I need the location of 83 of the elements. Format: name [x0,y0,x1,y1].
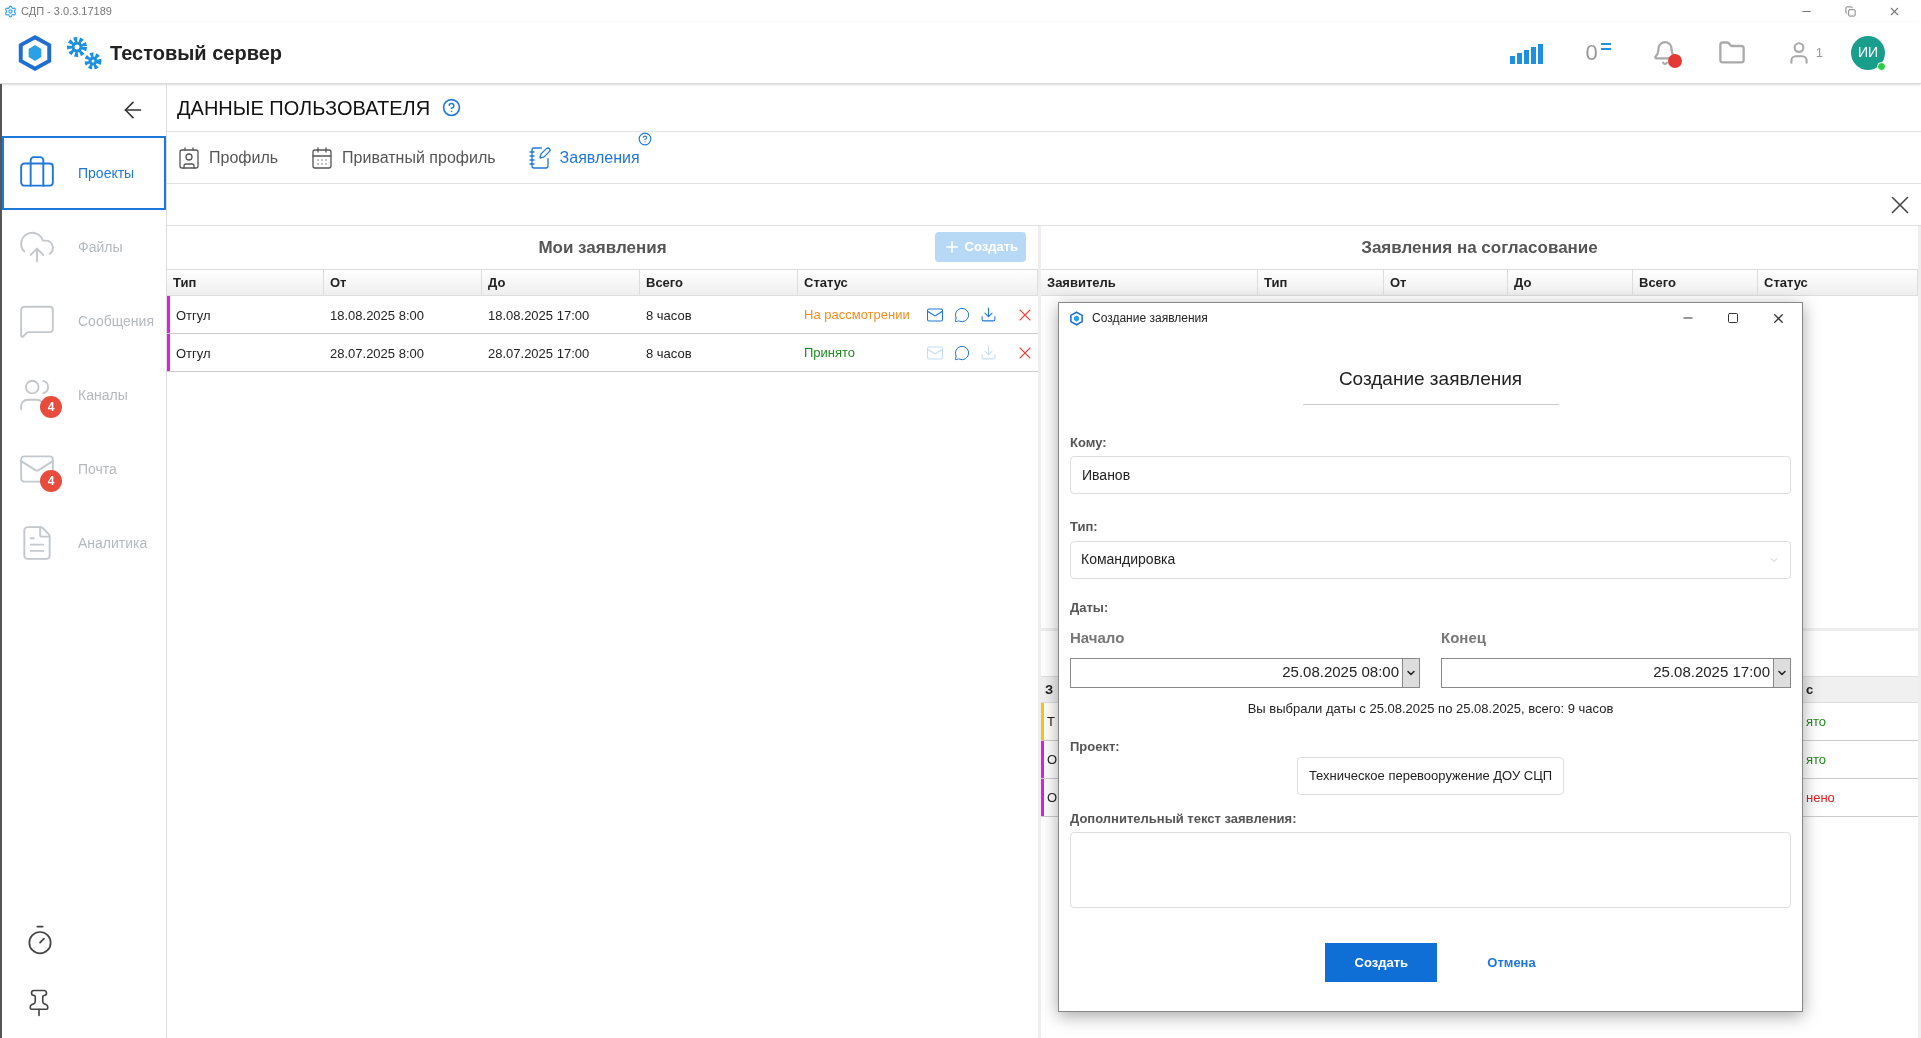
count-badge: 4 [40,396,62,418]
table-cell: 28.07.2025 17:00 [488,345,590,361]
logo-icon [16,33,54,72]
date-picker[interactable]: 25.08.2025 08:00 [1070,657,1420,688]
status-text: Принято [803,343,857,362]
speech-bubble-icon[interactable] [954,344,970,361]
table-cell: 18.08.2025 17:00 [488,307,590,323]
create-button[interactable]: Создать [1325,943,1438,982]
dialog-title: Создание заявления [1092,310,1208,327]
help-icon[interactable] [442,98,462,117]
date-label: Начало [1070,628,1126,648]
window-title: СДП - 3.0.3.17189 [21,3,112,19]
column-header[interactable]: Всего [1633,270,1758,295]
table-cell: Отгул [176,345,211,361]
column-header[interactable]: До [1508,270,1633,295]
column-header[interactable]: Статус [1758,270,1918,295]
app-icon [4,4,17,18]
type-dropdown[interactable]: Командировка [1070,540,1791,579]
cancel-link[interactable]: Отмена [1487,943,1536,982]
table-cell: 18.08.2025 8:00 [330,307,424,323]
table-cell: 28.07.2025 8:00 [330,345,424,361]
table-cell-text: Т [1046,712,1055,731]
tab[interactable]: Заявления [527,145,640,170]
column-header[interactable]: От [324,270,482,295]
table-cell-text: О [1046,788,1058,807]
column-header[interactable]: Тип [167,270,324,295]
tab[interactable]: Приватный профиль [310,145,496,170]
sidebar-label: Каналы [78,385,128,405]
sidebar-item[interactable]: Проекты [2,136,166,210]
count-badge: 4 [40,470,62,492]
date-label: Конец [1441,628,1487,648]
notebook-pen-icon [527,145,552,170]
help-icon[interactable] [637,131,652,146]
table-cell: Отгул [176,307,211,323]
table-cell: 8 часов [646,307,692,323]
column-header[interactable]: От [1384,270,1508,295]
field-label: Дополнительный текст заявления: [1070,809,1298,828]
sidebar-label: Почта [78,459,117,479]
field-label: Тип: [1070,518,1099,536]
lines-icon [1599,41,1612,52]
signal-icon [1509,41,1546,64]
column-header[interactable]: Заявитель [1041,270,1258,295]
envelope-icon[interactable] [926,305,944,324]
sidebar-label: Файлы [78,237,123,257]
dialog-heading: Создание заявления [1302,365,1559,405]
sidebar-label: Сообщения [78,311,154,331]
status-text: нено [1806,788,1836,807]
sidebar-item[interactable]: 4 Почта [2,432,166,506]
sidebar-item[interactable]: 4 Каналы [2,358,166,432]
folder-icon[interactable] [1717,38,1746,67]
sidebar-label: Проекты [78,163,135,183]
app-icon [1069,310,1084,326]
table-cell: 8 часов [646,345,692,361]
users-count: 1 [1815,43,1823,62]
contact-card-icon [177,145,201,170]
speech-bubble-icon[interactable] [954,306,970,323]
field-label: Кому: [1070,433,1108,452]
column-header[interactable]: З [1041,679,1054,700]
status-text: ято [1806,712,1828,731]
sidebar-label: Аналитика [78,533,148,553]
calendar-icon [310,145,335,170]
panel-title: Мои заявления [538,236,667,259]
panel-title: Заявления на согласование [1361,236,1598,259]
restore-icon[interactable] [1845,5,1856,17]
server-name: Тестовый сервер [110,40,282,66]
date-summary: Вы выбрали даты с 25.08.2025 по 25.08.2025, всего: 9 часов [1246,699,1615,718]
column-header[interactable]: До [482,270,640,295]
project-button[interactable]: Техническое перевооружение ДОУ СЦП [1296,756,1565,795]
column-header[interactable]: Статус [798,270,1038,295]
page-title: ДАННЫЕ ПОЛЬЗОВАТЕЛЯ [177,95,431,121]
maximize-icon[interactable] [1727,312,1739,324]
recipient-field[interactable]: Иванов [1070,456,1791,494]
tab[interactable]: Профиль [177,145,279,170]
status-text: ято [1806,750,1828,769]
status-text: На рассмотрении [803,305,911,324]
date-picker[interactable]: 25.08.2025 17:00 [1441,657,1791,688]
field-label: Даты: [1070,598,1110,617]
download-icon[interactable] [980,306,997,323]
table-cell-text: О [1046,750,1058,769]
column-header[interactable]: Тип [1258,270,1384,295]
field-label: Проект: [1070,738,1121,756]
column-header[interactable]: Всего [640,270,798,295]
column-header[interactable]: с [1806,679,1918,700]
